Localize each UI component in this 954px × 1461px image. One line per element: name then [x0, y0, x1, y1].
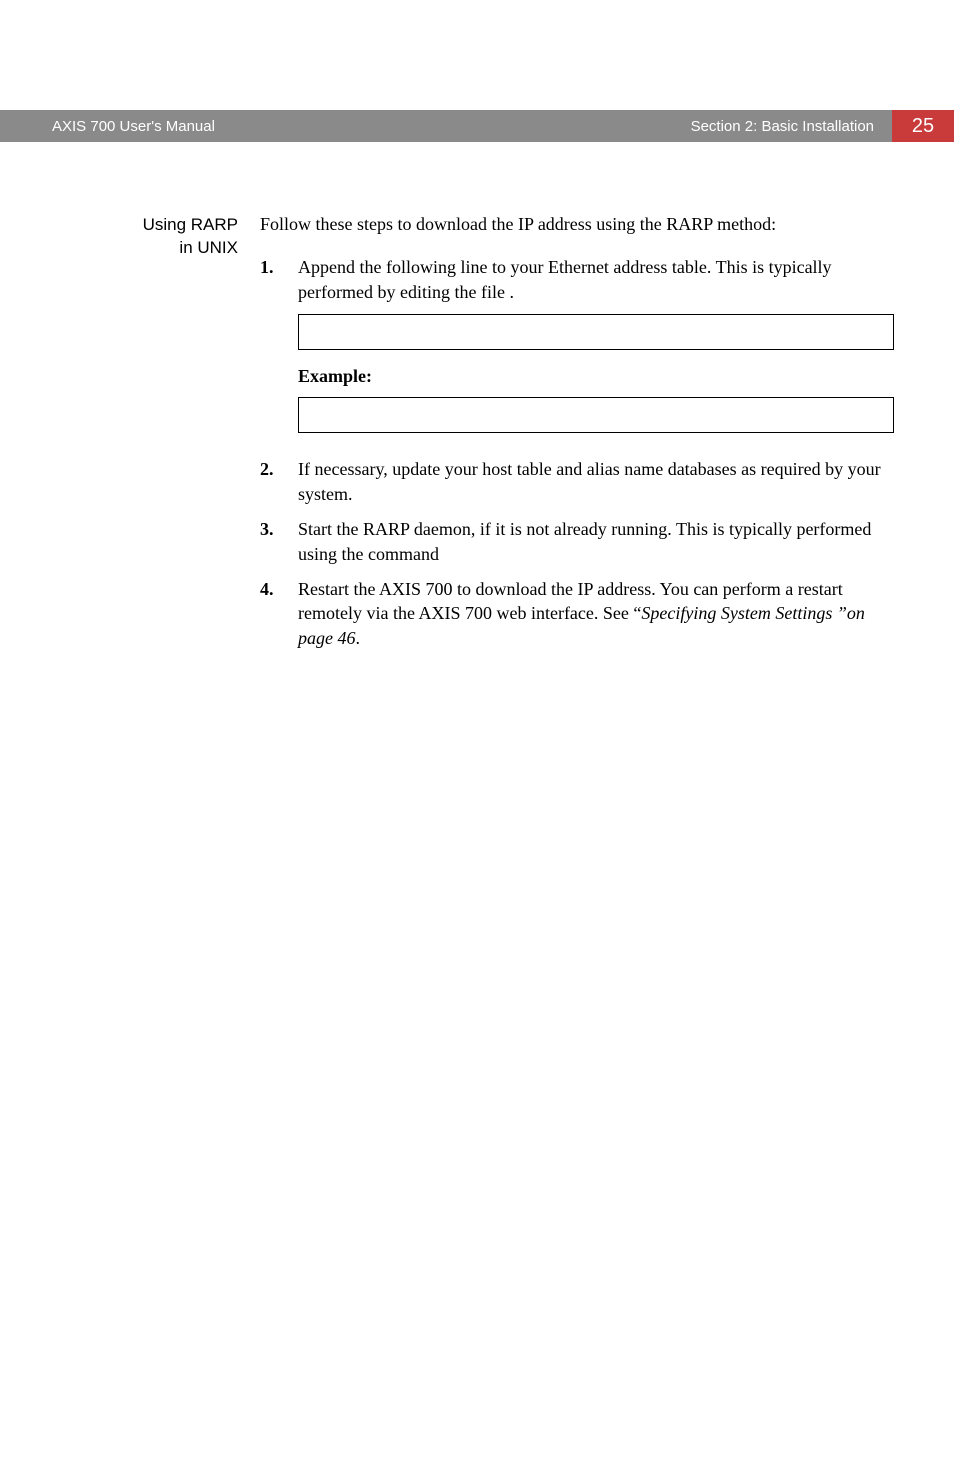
- step-3-text: Start the RARP daemon, if it is not alre…: [298, 519, 871, 564]
- step-2-number: 2.: [260, 457, 280, 507]
- step-2-body: If necessary, update your host table and…: [298, 457, 894, 507]
- code-box-1: [298, 314, 894, 350]
- step-3-body: Start the RARP daemon, if it is not alre…: [298, 517, 894, 567]
- step-1-text-a: Append the following line to your Ethern…: [298, 257, 832, 302]
- step-1-text-b: .: [509, 282, 514, 302]
- side-heading-line2: in UNIX: [179, 238, 238, 257]
- section-title: Section 2: Basic Installation: [463, 110, 892, 142]
- intro-paragraph: Follow these steps to download the IP ad…: [260, 212, 894, 237]
- step-4-text-c: .: [356, 628, 361, 648]
- main-column: Follow these steps to download the IP ad…: [260, 212, 894, 661]
- step-4: 4. Restart the AXIS 700 to download the …: [260, 577, 894, 651]
- step-3-number: 3.: [260, 517, 280, 567]
- step-4-body: Restart the AXIS 700 to download the IP …: [298, 577, 894, 651]
- step-4-number: 4.: [260, 577, 280, 651]
- page-header: AXIS 700 User's Manual Section 2: Basic …: [0, 110, 954, 142]
- step-2: 2. If necessary, update your host table …: [260, 457, 894, 507]
- code-box-2: [298, 397, 894, 433]
- side-heading-line1: Using RARP: [143, 215, 238, 234]
- content-area: Using RARP in UNIX Follow these steps to…: [0, 142, 954, 661]
- step-1-body: Append the following line to your Ethern…: [298, 255, 894, 447]
- step-1: 1. Append the following line to your Eth…: [260, 255, 894, 447]
- page-number: 25: [892, 110, 954, 142]
- example-label: Example:: [298, 364, 894, 389]
- manual-title: AXIS 700 User's Manual: [0, 110, 463, 142]
- step-3: 3. Start the RARP daemon, if it is not a…: [260, 517, 894, 567]
- side-heading: Using RARP in UNIX: [52, 212, 238, 661]
- step-1-number: 1.: [260, 255, 280, 447]
